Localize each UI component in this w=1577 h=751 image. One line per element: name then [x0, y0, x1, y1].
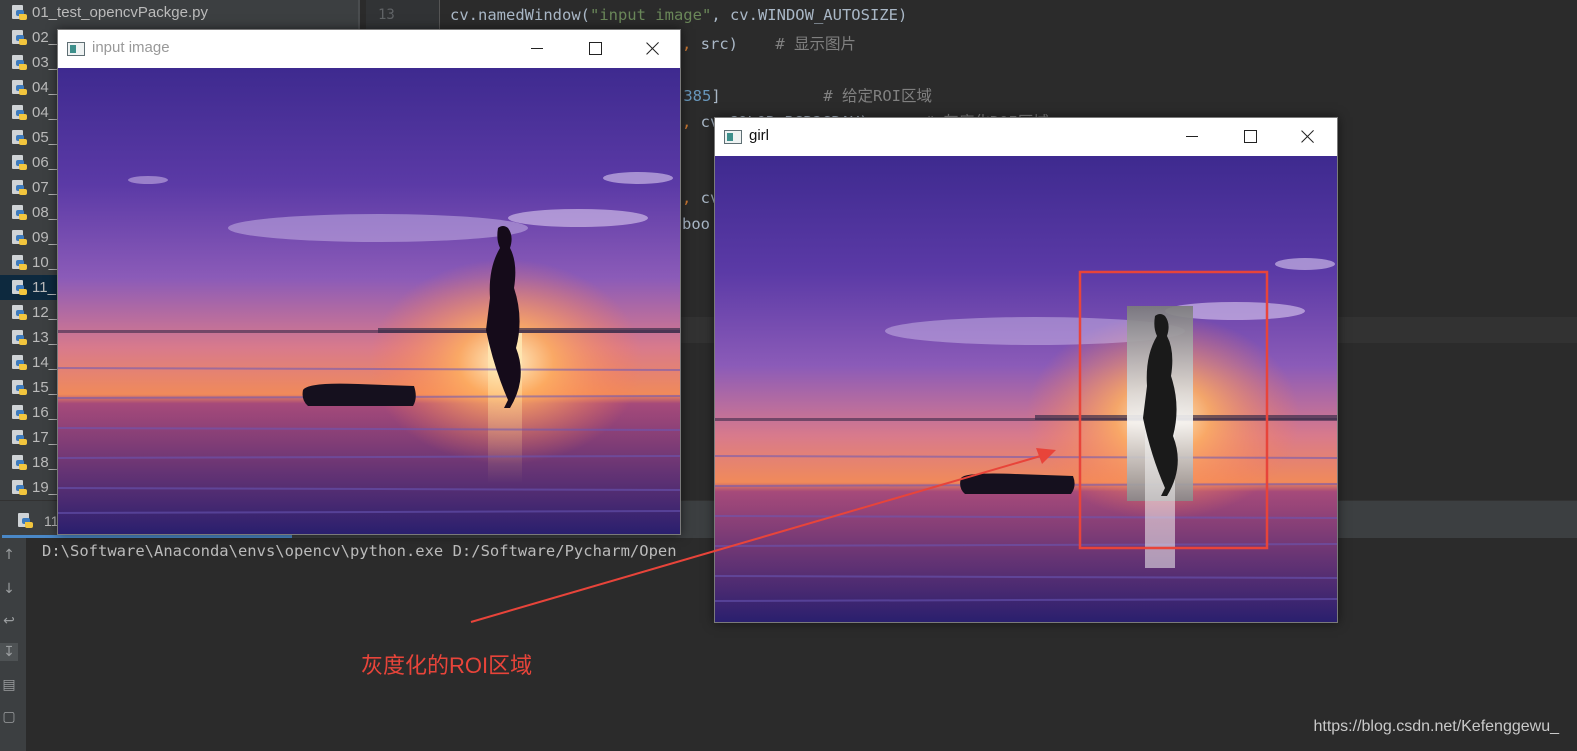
python-file-icon	[12, 229, 27, 246]
arrow-down-icon[interactable]: ↓	[0, 580, 18, 598]
girl-window[interactable]: girl	[714, 117, 1338, 623]
python-file-icon	[12, 454, 27, 471]
window-titlebar[interactable]: girl	[715, 118, 1337, 156]
tree-item-label: 17_	[32, 429, 58, 446]
tree-item-label: 15_	[32, 379, 58, 396]
code-keyword: ,	[682, 113, 701, 131]
tree-item-label: 14_	[32, 354, 58, 371]
tree-item-label: 10_	[32, 254, 58, 271]
python-file-icon	[12, 154, 27, 171]
python-file-icon	[12, 204, 27, 221]
code-number: 385	[683, 87, 712, 105]
window-title: input image	[92, 39, 170, 56]
line-number: 13	[378, 7, 395, 23]
tree-item-label: 03_	[32, 54, 58, 71]
window-title: girl	[749, 127, 770, 144]
python-file-icon	[12, 29, 27, 46]
tree-item-label: 09_	[32, 229, 58, 246]
python-file-icon	[12, 4, 27, 21]
python-file-icon	[12, 104, 27, 121]
close-icon[interactable]	[630, 30, 676, 68]
code-comment: # 显示图片	[775, 35, 856, 53]
python-file-icon	[12, 429, 27, 446]
annotation-label: 灰度化的ROI区域	[361, 653, 533, 678]
code-comment: # 给定ROI区域	[823, 87, 933, 105]
code-keyword: ,	[682, 189, 701, 207]
tree-item-label: 11_	[32, 279, 56, 296]
soft-wrap-icon[interactable]: ↩	[0, 612, 18, 630]
opencv-window-icon	[724, 130, 742, 144]
code-text: src)	[700, 35, 738, 53]
close-icon[interactable]	[1285, 118, 1331, 156]
minimize-icon[interactable]	[1169, 118, 1215, 156]
code-text: cv.namedWindow(	[450, 6, 590, 24]
tree-item-label: 05_	[32, 129, 58, 146]
tree-item-label: 18_	[32, 454, 58, 471]
input-image-window[interactable]: input image	[57, 29, 681, 535]
arrow-up-icon[interactable]: ↑	[0, 546, 18, 564]
tree-item-label: 06_	[32, 154, 58, 171]
tree-item-label: 04_	[32, 79, 58, 96]
watermark: https://blog.csdn.net/Kefenggewu_	[1313, 718, 1559, 735]
run-toolbar: ↑ ↓ ↩ ↧ ▤ ▢	[0, 538, 26, 751]
python-file-icon	[12, 79, 27, 96]
tree-item-label: 13_	[32, 329, 58, 346]
python-file-icon	[12, 479, 27, 496]
tree-item-label: 08_	[32, 204, 58, 221]
tree-item-label: 19_	[32, 479, 58, 496]
python-file-icon	[12, 254, 27, 271]
code-line: boo	[682, 215, 710, 233]
python-file-icon	[12, 179, 27, 196]
python-file-icon	[18, 513, 33, 529]
sunset-photo-with-gray-roi	[715, 156, 1337, 622]
code-line: cv.namedWindow("input image", cv.WINDOW_…	[450, 6, 907, 24]
opencv-window-icon	[67, 42, 85, 56]
maximize-icon[interactable]	[1227, 118, 1273, 156]
code-text: boo	[682, 215, 710, 233]
python-file-icon	[12, 54, 27, 71]
code-line: , src) # 显示图片	[682, 32, 856, 54]
code-keyword: ,	[682, 35, 701, 53]
window-titlebar[interactable]: input image	[58, 30, 680, 68]
python-file-icon	[12, 354, 27, 371]
python-file-icon	[12, 279, 27, 296]
tree-item-label: 07_	[32, 179, 58, 196]
python-file-icon	[12, 329, 27, 346]
code-line: :385] # 给定ROI区域	[674, 84, 932, 106]
maximize-icon[interactable]	[572, 30, 618, 68]
print-icon[interactable]: ▤	[0, 676, 18, 694]
tree-item-label: 01_test_opencvPackge.py	[32, 4, 208, 21]
tree-item[interactable]: 01_test_opencvPackge.py	[0, 0, 360, 25]
python-file-icon	[12, 129, 27, 146]
python-file-icon	[12, 404, 27, 421]
tree-item-label: 16_	[32, 404, 58, 421]
tree-item-label: 02_	[32, 29, 58, 46]
code-text: , cv.WINDOW_AUTOSIZE)	[711, 6, 908, 24]
python-file-icon	[12, 379, 27, 396]
python-file-icon	[12, 304, 27, 321]
console-line: D:\Software\Anaconda\envs\opencv\python.…	[42, 542, 677, 560]
minimize-icon[interactable]	[514, 30, 560, 68]
tree-item-label: 04_	[32, 104, 58, 121]
trash-icon[interactable]: ▢	[0, 708, 18, 726]
code-text: ]	[711, 87, 721, 105]
sunset-photo	[58, 68, 680, 534]
scroll-to-end-icon[interactable]: ↧	[0, 643, 18, 661]
code-string: "input image"	[589, 6, 712, 24]
tree-item-label: 12_	[32, 304, 58, 321]
